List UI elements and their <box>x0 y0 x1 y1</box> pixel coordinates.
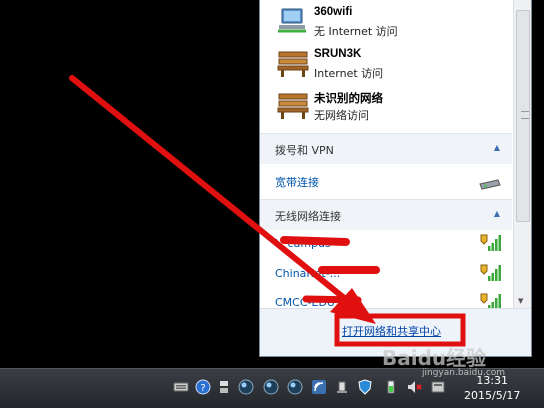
help-icon[interactable]: ? <box>195 379 211 395</box>
connection-status: 无网络访问 <box>314 109 369 122</box>
chevron-up-icon[interactable]: ▲ <box>494 209 500 218</box>
action-center-icon[interactable] <box>430 379 446 395</box>
section-title: 无线网络连接 <box>275 210 341 223</box>
grip-icon <box>521 111 529 119</box>
chevron-up-icon[interactable]: ▲ <box>494 143 500 152</box>
wifi-item[interactable]: ChinaNet-... <box>260 259 512 287</box>
battery-icon[interactable] <box>383 379 399 395</box>
shield-icon[interactable] <box>357 379 373 395</box>
connection-item-360wifi[interactable]: 360wifi 无 Internet 访问 <box>260 0 512 42</box>
network-bench-icon <box>277 51 309 77</box>
wifi-secured-signal-icon <box>480 234 501 251</box>
network-flyout: 360wifi 无 Internet 访问 SRUN3K Internet 访问… <box>259 0 532 357</box>
connection-name: 未识别的网络 <box>314 93 383 105</box>
watermark: Baidu经验 jingyan.baidu.com <box>382 342 505 378</box>
modem-icon <box>479 179 501 190</box>
svg-text:?: ? <box>200 383 205 394</box>
scroll-down-icon[interactable]: ▼ <box>518 297 523 305</box>
connection-item-unidentified[interactable]: 未识别的网络 无网络访问 <box>260 84 512 126</box>
section-title: 拨号和 VPN <box>275 144 334 157</box>
watermark-subtext: jingyan.baidu.com <box>422 368 506 378</box>
wifi-item[interactable]: i-_campus <box>260 229 512 257</box>
connection-status: Internet 访问 <box>314 67 384 80</box>
keyboard-icon[interactable] <box>173 379 189 395</box>
wifi-ssid: ChinaNet-... <box>275 267 341 280</box>
sphere-icon[interactable] <box>238 379 254 395</box>
clock-date: 2015/5/17 <box>464 389 521 402</box>
dialup-item-label: 宽带连接 <box>275 176 319 189</box>
network-computer-icon <box>278 8 306 33</box>
usb-icon[interactable] <box>334 379 350 395</box>
section-header-dialup[interactable]: 拨号和 VPN ▲ <box>260 133 512 164</box>
wifi-icon[interactable] <box>311 379 327 395</box>
wifi-secured-signal-icon <box>480 264 501 281</box>
wifi-ssid: i-_campus <box>275 237 331 250</box>
open-network-sharing-center-link[interactable]: 打开网络和共享中心 <box>342 323 441 339</box>
connection-item-srun3k[interactable]: SRUN3K Internet 访问 <box>260 42 512 84</box>
scrollbar-thumb[interactable] <box>516 10 530 222</box>
sphere-icon[interactable] <box>263 379 279 395</box>
section-header-wireless[interactable]: 无线网络连接 ▲ <box>260 199 512 230</box>
connection-name: SRUN3K <box>314 48 362 60</box>
dialup-item-broadband[interactable]: 宽带连接 <box>260 166 512 194</box>
network-switch-icon[interactable] <box>216 379 232 395</box>
flyout-scrollbar[interactable]: ▼ <box>513 0 531 308</box>
watermark-text: Baidu经验 <box>382 346 487 370</box>
connection-name: 360wifi <box>314 6 353 18</box>
volume-muted-icon[interactable] <box>406 379 422 395</box>
sphere-icon[interactable] <box>287 379 303 395</box>
network-bench-icon <box>277 93 309 119</box>
connection-status: 无 Internet 访问 <box>314 25 398 38</box>
